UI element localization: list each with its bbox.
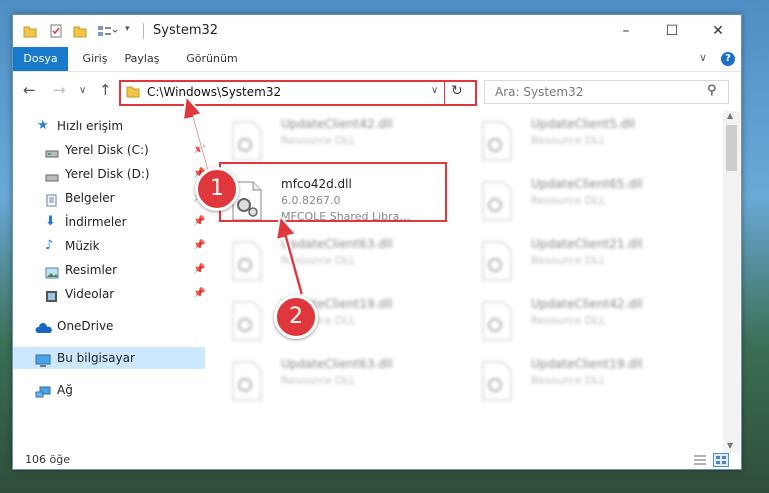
step-badge-2: 2 bbox=[274, 295, 318, 339]
annotation-arrows bbox=[181, 93, 306, 298]
step-badge-1: 1 bbox=[195, 167, 239, 211]
arrow-2 bbox=[274, 213, 306, 298]
